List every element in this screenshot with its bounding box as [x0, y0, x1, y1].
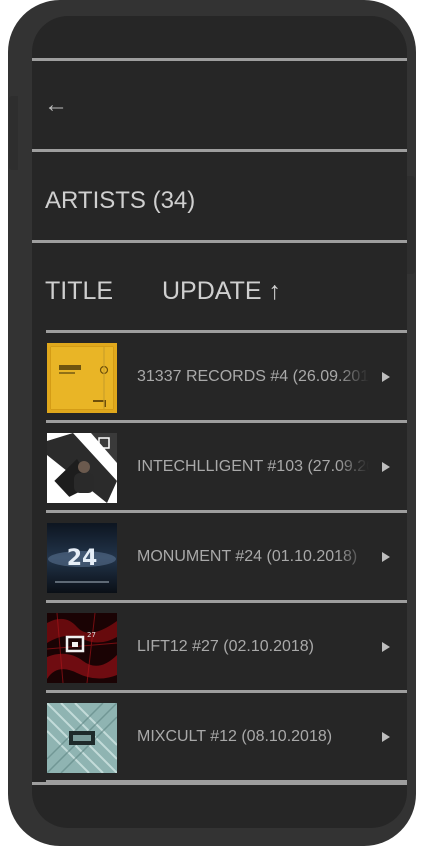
- divider: [46, 690, 407, 693]
- divider: [32, 149, 407, 152]
- sort-by-update-button[interactable]: UPDATE ↑: [162, 276, 281, 306]
- list-item[interactable]: 24 MONUMENT #24 (01.10.2018): [46, 510, 407, 600]
- list-item[interactable]: INTECHLLIGENT #103 (27.09.2018): [46, 420, 407, 510]
- back-arrow-icon[interactable]: ←: [44, 90, 74, 120]
- lift12-cover: 27: [47, 613, 117, 683]
- list-item-label: MONUMENT #24 (01.10.2018): [137, 548, 358, 565]
- list-item[interactable]: 27 LIFT12 #27 (02.10.2018): [46, 600, 407, 690]
- chevron-right-icon: [382, 372, 390, 382]
- list-item-label: INTECHLLIGENT #103 (27.09.2018): [137, 458, 369, 475]
- monument-cover: 24: [47, 523, 117, 593]
- chevron-right-icon: [382, 552, 390, 562]
- divider: [46, 510, 407, 513]
- divider: [32, 240, 407, 243]
- chevron-right-icon: [382, 732, 390, 742]
- mixcult-cover: [47, 703, 117, 773]
- intechlligent-cover: [47, 433, 117, 503]
- svg-text:24: 24: [67, 546, 98, 571]
- screen: ← ARTISTS (34) TITLE UPDATE ↑ 31337 RECO…: [32, 16, 407, 828]
- section-title: ARTISTS (34): [45, 187, 196, 214]
- svg-text:27: 27: [87, 631, 96, 639]
- divider: [46, 420, 407, 423]
- side-button-right: [406, 176, 415, 274]
- chevron-right-icon: [382, 462, 390, 472]
- chevron-right-icon: [382, 642, 390, 652]
- divider: [46, 330, 407, 333]
- list-item-label: 31337 RECORDS #4 (26.09.2018): [137, 368, 369, 385]
- divider: [32, 58, 407, 61]
- sort-by-title-button[interactable]: TITLE: [45, 276, 113, 306]
- divider: [32, 782, 407, 785]
- divider: [46, 600, 407, 603]
- 31337-records-cover: [47, 343, 117, 413]
- phone-frame: ← ARTISTS (34) TITLE UPDATE ↑ 31337 RECO…: [8, 0, 416, 846]
- side-button-left: [9, 96, 18, 170]
- list-item[interactable]: 31337 RECORDS #4 (26.09.2018): [46, 330, 407, 420]
- list-item-label: MIXCULT #12 (08.10.2018): [137, 728, 333, 745]
- list-item-label: LIFT12 #27 (02.10.2018): [137, 638, 315, 655]
- list-item[interactable]: MIXCULT #12 (08.10.2018): [46, 690, 407, 780]
